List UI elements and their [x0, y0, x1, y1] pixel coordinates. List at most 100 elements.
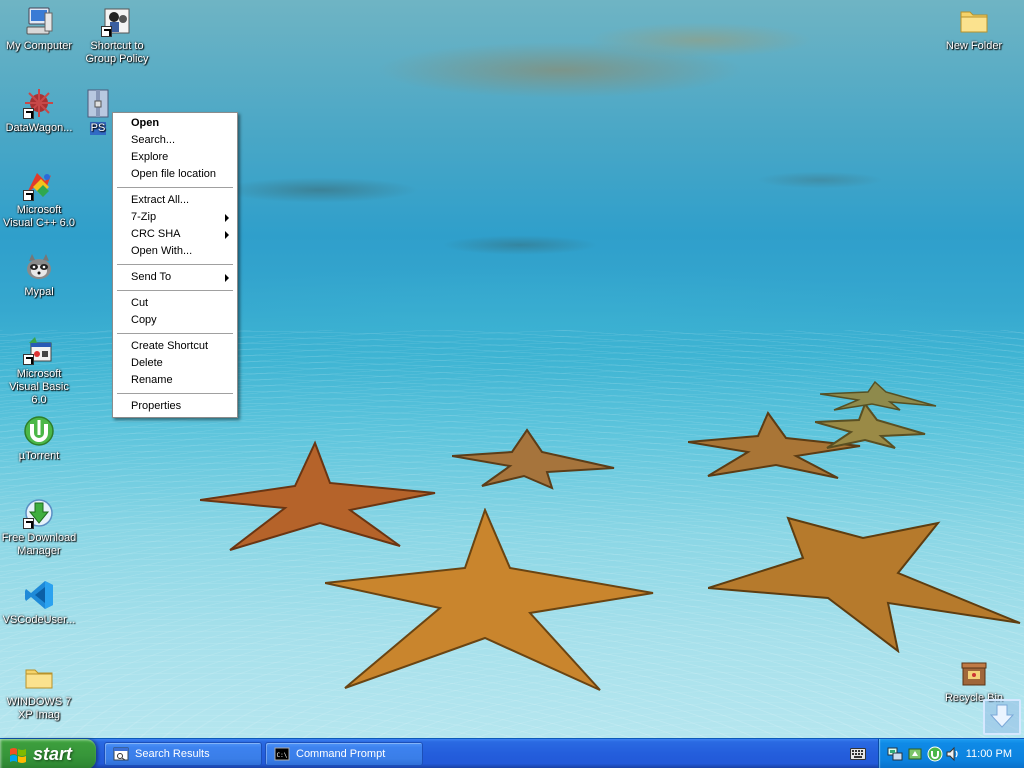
desktop-icon-label: PS [89, 122, 107, 135]
shortcut-arrow-icon [23, 354, 34, 365]
menu-item-properties[interactable]: Properties [115, 398, 235, 415]
wallpaper-starfish [325, 508, 655, 693]
utorrent-tray-icon[interactable] [927, 746, 943, 762]
menu-item-label: CRC SHA [131, 228, 181, 240]
desktop-icon-msvc[interactable]: Microsoft Visual C++ 6.0 [0, 169, 78, 230]
menu-item-create-shortcut[interactable]: Create Shortcut [115, 338, 235, 355]
menu-item-7zip[interactable]: 7-Zip [115, 209, 235, 226]
menu-item-search[interactable]: Search... [115, 132, 235, 149]
zip-folder-icon [82, 87, 114, 119]
search-results-icon [113, 747, 129, 761]
wallpaper-starfish [820, 380, 938, 412]
menu-separator [117, 187, 233, 188]
desktop-icon-label: WINDOWS 7 XP Imag [6, 696, 72, 721]
safely-remove-hardware-icon[interactable] [907, 746, 923, 762]
datawagon-icon [23, 87, 55, 119]
windows-logo-icon [10, 748, 26, 763]
desktop-icon-utorrent[interactable]: µTorrent [0, 415, 78, 463]
menu-item-copy[interactable]: Copy [115, 312, 235, 329]
menu-item-label: Send To [131, 271, 172, 283]
menu-item-label: Open file location [131, 168, 216, 180]
menu-item-open[interactable]: Open [115, 115, 235, 132]
menu-item-label: Open With... [131, 245, 193, 257]
recycle-bin-icon [958, 657, 990, 689]
desktop-icon-datawagon[interactable]: DataWagon... [0, 87, 78, 135]
svg-text:C:\: C:\ [277, 752, 288, 759]
desktop-icon-label: Free Download Manager [1, 532, 77, 557]
system-tray: 11:00 PM [878, 739, 1024, 768]
desktop-icon-mypal[interactable]: Mypal [0, 251, 78, 299]
desktop-icon-my-computer[interactable]: My Computer [0, 5, 78, 53]
menu-item-label: Rename [131, 374, 173, 386]
submenu-arrow-icon [225, 231, 229, 239]
shortcut-arrow-icon [101, 26, 112, 37]
desktop-icon-label: Microsoft Visual Basic 6.0 [9, 368, 69, 406]
desktop-icon-vscode[interactable]: VSCodeUser... [0, 579, 78, 627]
shortcut-arrow-icon [23, 190, 34, 201]
start-button[interactable]: start [0, 739, 96, 768]
menu-item-cut[interactable]: Cut [115, 295, 235, 312]
menu-item-label: Create Shortcut [131, 340, 209, 352]
submenu-arrow-icon [225, 274, 229, 282]
context-menu: Open Search... Explore Open file locatio… [112, 112, 238, 418]
desktop-icon-label: Microsoft Visual C++ 6.0 [3, 204, 75, 229]
menu-item-label: Open [131, 117, 160, 129]
volume-icon[interactable] [945, 746, 961, 762]
menu-separator [117, 264, 233, 265]
desktop-icon-windows7-folder[interactable]: WINDOWS 7 XP Imag [0, 661, 78, 722]
desktop-icon-label: VSCodeUser... [2, 614, 76, 626]
desktop-icon-msvb[interactable]: Microsoft Visual Basic 6.0 [0, 333, 78, 407]
menu-item-label: Copy [131, 314, 157, 326]
desktop-icon-group-policy-shortcut[interactable]: Shortcut to Group Policy [78, 5, 156, 66]
desktop-icon-label: New Folder [945, 40, 1003, 52]
menu-item-label: Delete [131, 357, 163, 369]
visual-basic-icon [23, 333, 55, 365]
group-policy-icon [101, 5, 133, 37]
download-arrow-icon [989, 704, 1015, 728]
taskbar-button-label: Command Prompt [296, 748, 386, 760]
menu-item-rename[interactable]: Rename [115, 372, 235, 389]
vscode-icon [23, 579, 55, 611]
menu-item-open-file-location[interactable]: Open file location [115, 166, 235, 183]
shortcut-arrow-icon [23, 108, 34, 119]
desktop-icon-label: My Computer [5, 40, 73, 52]
start-label: start [33, 744, 73, 764]
menu-item-crc-sha[interactable]: CRC SHA [115, 226, 235, 243]
menu-separator [117, 290, 233, 291]
taskbar-button-search-results[interactable]: Search Results [104, 742, 262, 766]
menu-item-delete[interactable]: Delete [115, 355, 235, 372]
desktop-icon-new-folder[interactable]: New Folder [935, 5, 1013, 53]
menu-item-label: Extract All... [131, 194, 190, 206]
submenu-arrow-icon [225, 214, 229, 222]
desktop-icon-label: µTorrent [18, 450, 60, 462]
menu-item-send-to[interactable]: Send To [115, 269, 235, 286]
shortcut-arrow-icon [23, 518, 34, 529]
command-prompt-icon: C:\ [274, 747, 290, 761]
folder-icon [23, 661, 55, 693]
download-manager-icon [23, 497, 55, 529]
network-icon[interactable] [887, 746, 903, 762]
menu-item-explore[interactable]: Explore [115, 149, 235, 166]
clock[interactable]: 11:00 PM [966, 739, 1012, 768]
taskbar: start Search Results C:\ Command Prompt … [0, 738, 1024, 768]
menu-item-extract-all[interactable]: Extract All... [115, 192, 235, 209]
show-desktop-button[interactable] [983, 699, 1021, 735]
desktop-icon-recycle-bin[interactable]: Recycle Bin [935, 657, 1013, 705]
taskbar-button-label: Search Results [135, 748, 210, 760]
desktop-icon-label: Shortcut to Group Policy [85, 40, 149, 65]
taskbar-button-command-prompt[interactable]: C:\ Command Prompt [265, 742, 423, 766]
computer-icon [23, 5, 55, 37]
wallpaper-starfish [452, 428, 617, 490]
desktop[interactable]: My Computer Shortcut to Group Policy Dat… [0, 0, 1024, 738]
menu-item-label: 7-Zip [131, 211, 157, 223]
menu-item-label: Properties [131, 400, 182, 412]
keyboard-icon[interactable] [850, 748, 866, 760]
menu-separator [117, 333, 233, 334]
menu-item-open-with[interactable]: Open With... [115, 243, 235, 260]
menu-separator [117, 393, 233, 394]
desktop-icon-label: DataWagon... [5, 122, 73, 134]
desktop-icon-label: Mypal [24, 286, 54, 298]
raccoon-icon [23, 251, 55, 283]
visual-cpp-icon [23, 169, 55, 201]
desktop-icon-fdm[interactable]: Free Download Manager [0, 497, 78, 558]
